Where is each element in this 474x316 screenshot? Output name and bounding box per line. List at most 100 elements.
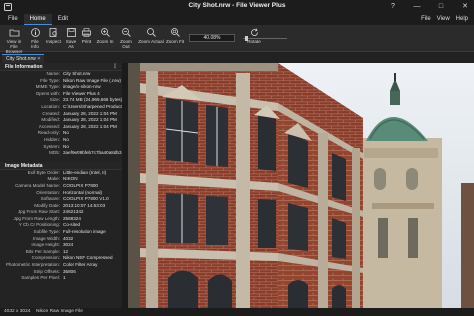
metadata-row: Read-only: No: [0, 130, 122, 137]
metadata-row: Orientation: Horizontal (normal): [0, 190, 122, 197]
view-in-browser-label: View in File Browser: [5, 39, 23, 54]
metadata-row: Accessed: January 28, 2022 1:04 PM: [0, 124, 122, 131]
metadata-row: Modified: January 28, 2022 1:04 PM: [0, 117, 122, 124]
zoom-actual-button[interactable]: Zoom Actual: [138, 27, 164, 50]
metadata-row: Jpg From Raw Start: 24621342: [0, 209, 122, 216]
city-photo-image: [128, 63, 474, 308]
metadata-value: 23.74 MB (24,969,666 bytes): [63, 97, 122, 103]
menu-right-view[interactable]: View: [437, 14, 450, 25]
tab-label: City Shot.nrw: [6, 56, 36, 62]
metadata-value: NIKON: [63, 176, 78, 182]
metadata-key: Strip Offsets:: [33, 268, 60, 274]
file-info-panel: File Information ⋮ Name: City Shot.nrw Fil…: [0, 63, 122, 308]
metadata-row: Subfile Type: Full-resolution image: [0, 229, 122, 236]
metadata-row: System: No: [0, 144, 122, 151]
menu-right-file[interactable]: File: [421, 14, 431, 25]
metadata-row: Size: 23.74 MB (24,969,666 bytes): [0, 97, 122, 104]
zoom-level-field[interactable]: 40.08%: [189, 34, 235, 42]
menu-bar: File Home Edit File View Help: [0, 14, 474, 25]
print-button[interactable]: Print: [80, 27, 93, 50]
metadata-row: Name: City Shot.nrw: [0, 71, 122, 78]
zoom-actual-icon: [146, 28, 156, 37]
zoom-out-icon: [121, 28, 131, 37]
metadata-value: 1: [63, 275, 66, 281]
menu-right-help[interactable]: Help: [456, 14, 468, 25]
tab-close-icon[interactable]: ✕: [37, 55, 41, 63]
metadata-key: Jpg From Raw Length:: [13, 215, 60, 221]
metadata-key: Jpg From Raw Start:: [17, 209, 60, 215]
metadata-row: Created: January 28, 2022 1:04 PM: [0, 111, 122, 118]
save-as-button[interactable]: Save As: [63, 27, 79, 50]
more-options-icon[interactable]: ⋮: [112, 63, 118, 71]
metadata-row: Jpg From Raw Length: 2568324: [0, 216, 122, 223]
zoom-out-button[interactable]: Zoom Out: [116, 27, 136, 50]
metadata-key: Orientation:: [36, 189, 60, 195]
metadata-key: Subfile Type:: [33, 229, 60, 235]
metadata-row: Software: COOLPIX P7800 V1.0: [0, 196, 122, 203]
window-controls: ? — □ ✕: [388, 1, 470, 12]
metadata-value: image/x-nikon-nrw: [63, 84, 101, 90]
minimize-button[interactable]: —: [412, 1, 422, 12]
image-viewer[interactable]: [128, 63, 474, 308]
metadata-row: Location:C:\Users\Sharpened Productions\…: [0, 104, 122, 111]
metadata-value: No: [63, 130, 69, 136]
metadata-value: C:\Users\Sharpened Productions\Desktop\: [63, 103, 122, 109]
menu-file[interactable]: File: [2, 14, 24, 25]
metadata-value: COOLPIX P7800: [63, 182, 98, 188]
inspect-button[interactable]: Inspect: [45, 27, 62, 50]
rotate-button[interactable]: Rotate: [244, 27, 264, 50]
metadata-key: Size:: [49, 97, 60, 103]
metadata-value: 2568324: [63, 215, 81, 221]
zoom-in-icon: [100, 28, 110, 37]
metadata-value: 35806: [63, 268, 76, 274]
metadata-key: MIME Type:: [35, 84, 60, 90]
metadata-key: Image Width:: [32, 235, 60, 241]
metadata-value: January 28, 2022 1:04 PM: [63, 123, 117, 129]
metadata-value: Co-sited: [63, 222, 81, 228]
image-metadata-title: Image Metadata: [5, 162, 43, 169]
print-label: Print: [81, 39, 92, 44]
metadata-key: Read-only:: [37, 130, 60, 136]
help-button[interactable]: ?: [388, 1, 398, 12]
metadata-value: January 28, 2022 1:04 PM: [63, 117, 117, 123]
metadata-value: Nikon Raw Image File (.nrw): [63, 77, 121, 83]
status-dimensions: 4032 x 3024: [4, 309, 31, 314]
save-as-label: Save As: [65, 39, 77, 49]
metadata-value: 12: [63, 248, 69, 254]
file-information-header[interactable]: File Information ⋮: [0, 63, 122, 71]
view-in-browser-button[interactable]: View in File Browser: [3, 27, 25, 54]
zoom-in-label: Zoom In: [96, 39, 114, 44]
metadata-row: Image Height: 3024: [0, 242, 122, 249]
tab-city-shot[interactable]: City Shot.nrw ✕: [2, 54, 44, 63]
menu-home[interactable]: Home: [23, 14, 52, 25]
metadata-value: Nikon NEF Compressed: [63, 255, 113, 261]
metadata-row: File Type: Nikon Raw Image File (.nrw): [0, 78, 122, 85]
metadata-value: City Shot.nrw: [63, 71, 91, 76]
metadata-row: MD5:2aef9e09bfeb7c7ba40a8db31bb4fb21: [0, 150, 122, 157]
zoom-fit-button[interactable]: Zoom Fit: [164, 27, 186, 50]
metadata-key: Make:: [47, 176, 60, 182]
file-information-list: Name: City Shot.nrw File Type: Nikon Raw Im…: [0, 71, 122, 157]
metadata-row: MIME Type: image/x-nikon-nrw: [0, 84, 122, 91]
status-bar: 4032 x 3024 Nikon Raw Image File: [0, 308, 474, 316]
metadata-key: Modified:: [41, 117, 60, 123]
metadata-row: Modify Date: 2013:10:07 14:53:03: [0, 203, 122, 210]
metadata-key: System:: [43, 143, 60, 149]
metadata-value: 4032: [63, 235, 74, 241]
maximize-button[interactable]: □: [436, 1, 446, 12]
zoom-fit-label: Zoom Fit: [165, 39, 185, 44]
metadata-row: Y Cb Cr Positioning: Co-sited: [0, 222, 122, 229]
metadata-key: Samples Per Pixel:: [21, 275, 60, 281]
ribbon-toolbar: View in File Browser File Info Inspect S…: [0, 25, 474, 54]
menu-edit[interactable]: Edit: [52, 14, 74, 25]
image-metadata-header[interactable]: Image Metadata: [0, 161, 122, 170]
zoom-in-button[interactable]: Zoom In: [96, 27, 114, 50]
close-button[interactable]: ✕: [460, 1, 470, 12]
zoom-actual-label: Zoom Actual: [138, 39, 164, 44]
metadata-key: Created:: [42, 110, 60, 116]
metadata-value: 2013:10:07 14:53:03: [63, 202, 106, 208]
file-info-button[interactable]: File Info: [27, 27, 43, 50]
save-icon: [66, 28, 76, 37]
metadata-value: 3024: [63, 242, 74, 248]
metadata-key: File Type:: [40, 77, 60, 83]
